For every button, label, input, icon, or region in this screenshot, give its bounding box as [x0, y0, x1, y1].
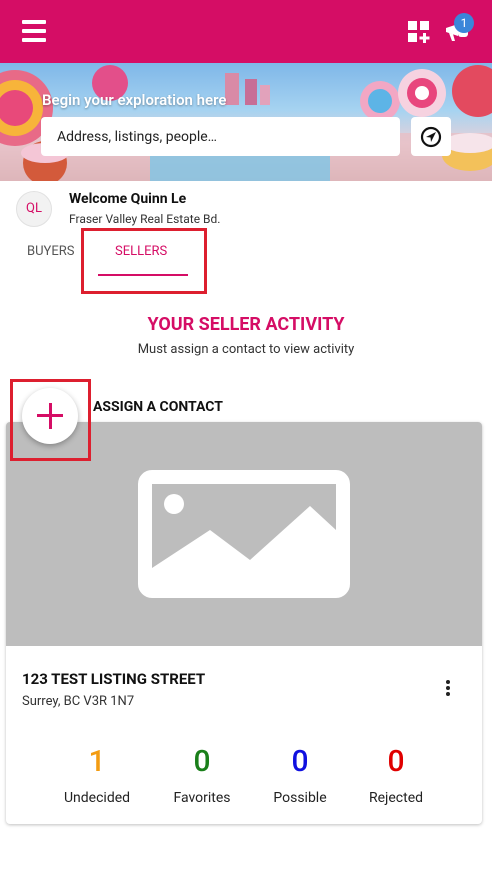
- highlight-box-assign: [10, 379, 91, 461]
- stat-rejected[interactable]: 0 Rejected: [346, 744, 446, 806]
- stat-label: Rejected: [368, 790, 424, 806]
- welcome-text: Welcome Quinn Le: [69, 191, 187, 207]
- listing-address: 123 TEST LISTING STREET: [22, 670, 206, 688]
- stat-label: Possible: [273, 790, 327, 806]
- grid-add-icon[interactable]: [408, 21, 430, 43]
- hamburger-menu-icon[interactable]: [22, 20, 48, 42]
- stat-possible[interactable]: 0 Possible: [250, 744, 350, 806]
- stat-favorites[interactable]: 0 Favorites: [152, 744, 252, 806]
- activity-title: YOUR SELLER ACTIVITY: [147, 314, 345, 335]
- location-arrow-icon: [420, 126, 442, 148]
- stat-value: 0: [193, 744, 211, 779]
- stat-value: 0: [387, 744, 405, 779]
- stat-label: Favorites: [173, 790, 231, 806]
- app-bar: 1: [0, 0, 492, 63]
- stat-undecided[interactable]: 1 Undecided: [47, 744, 147, 806]
- board-name: Fraser Valley Real Estate Bd.: [69, 212, 221, 226]
- activity-subtitle: Must assign a contact to view activity: [137, 342, 355, 357]
- locate-button[interactable]: [411, 117, 451, 156]
- stat-value: 0: [291, 744, 309, 779]
- notification-badge: 1: [454, 13, 474, 33]
- highlight-box-sellers: [81, 228, 207, 294]
- tab-buyers[interactable]: BUYERS: [27, 244, 74, 259]
- hero-title: Begin your exploration here: [42, 91, 227, 109]
- more-options-icon[interactable]: [443, 680, 453, 700]
- assign-contact-label: ASSIGN A CONTACT: [93, 399, 223, 415]
- avatar[interactable]: QL: [16, 191, 52, 227]
- search-input[interactable]: [41, 117, 400, 156]
- listing-card[interactable]: 123 TEST LISTING STREET Surrey, BC V3R 1…: [6, 422, 482, 824]
- stat-label: Undecided: [63, 790, 131, 806]
- stat-value: 1: [88, 744, 106, 779]
- image-placeholder-icon: [138, 470, 350, 598]
- listing-city: Surrey, BC V3R 1N7: [22, 694, 135, 709]
